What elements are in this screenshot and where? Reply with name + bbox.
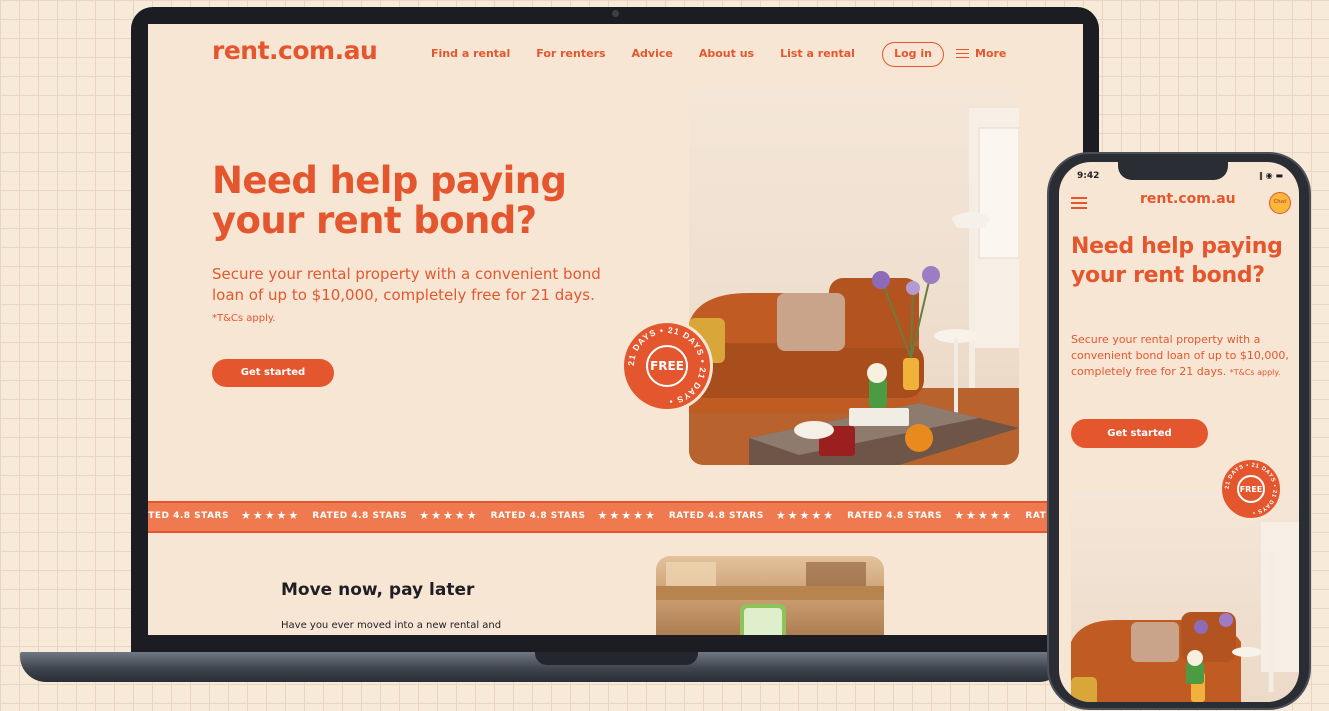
phone-hamburger-icon[interactable]	[1071, 197, 1087, 210]
phone-frame: 9:42 ‖ ◉ ▬ rent.com.au Chat Need help pa…	[1047, 152, 1311, 710]
rating-strip-item: RATED 4.8 STARS ★★★★★	[668, 509, 836, 522]
nav-list-a-rental[interactable]: List a rental	[780, 47, 855, 60]
phone-chat-button[interactable]: Chat	[1269, 192, 1291, 214]
rating-strip: RATED 4.8 STARS ★★★★★ RATED 4.8 STARS ★★★★★…	[148, 501, 1083, 533]
living-room-illustration	[689, 108, 1019, 465]
phone-status-icons: ‖ ◉ ▬	[1258, 171, 1283, 180]
nav-find-a-rental[interactable]: Find a rental	[431, 47, 510, 60]
app-promo-image	[656, 556, 884, 635]
phone-hero-image	[1071, 492, 1299, 702]
phone-tcs-link[interactable]: *T&Cs apply.	[1230, 368, 1281, 377]
section-title: Move now, pay later	[281, 580, 475, 600]
more-menu-button[interactable]: More	[956, 47, 1006, 60]
hamburger-icon	[956, 48, 969, 59]
phone-site-logo[interactable]: rent.com.au	[1140, 191, 1236, 207]
site-logo[interactable]: rent.com.au	[212, 36, 378, 65]
rating-label: RATED 4.8 STARS	[490, 511, 586, 521]
main-nav: Find a rental For renters Advice About u…	[431, 47, 881, 60]
rating-label: RATED 4.8 STARS	[668, 511, 764, 521]
site-header: rent.com.au Find a rental For renters Ad…	[148, 24, 1083, 84]
rating-strip-item: RATED 4.8 STARS ★★★★★	[312, 509, 479, 522]
phone-notch	[1118, 158, 1228, 180]
rating-strip-item: RATED 4.8 STARS ★★★★★	[490, 509, 657, 522]
section-body: Have you ever moved into a new rental an…	[281, 620, 502, 631]
phone-time: 9:42	[1077, 171, 1100, 181]
star-icons: ★★★★★	[775, 509, 836, 522]
phone-app-illustration	[656, 562, 884, 635]
rating-label: RATED 4.8 STARS	[312, 511, 408, 521]
rating-label: RATED 4.8 STARS	[847, 511, 943, 521]
star-icons: ★★★★★	[419, 509, 479, 522]
hero-subtitle-text: Secure your rental property with a conve…	[212, 265, 601, 304]
hero-subtitle: Secure your rental property with a conve…	[212, 264, 612, 329]
free-21-days-badge: 21 DAYS • 21 DAYS • 21 DAYS • FREE	[621, 320, 713, 412]
nav-for-renters[interactable]: For renters	[536, 47, 605, 60]
login-button[interactable]: Log in	[882, 42, 944, 67]
tcs-link[interactable]: *T&Cs apply.	[212, 313, 276, 324]
phone-hero-subtitle: Secure your rental property with a conve…	[1071, 332, 1296, 381]
phone-get-started-button[interactable]: Get started	[1071, 419, 1208, 448]
laptop-screen: rent.com.au Find a rental For renters Ad…	[148, 24, 1083, 635]
rating-strip-item: RATED 4.8 STARS ★★★★★	[847, 509, 1014, 522]
phone-living-room-illustration	[1071, 522, 1299, 702]
hero-title: Need help paying your rent bond?	[212, 159, 567, 242]
nav-advice[interactable]: Advice	[632, 47, 673, 60]
phone-badge-free-label: FREE	[1237, 475, 1265, 503]
star-icons: ★★★★★	[597, 509, 657, 522]
phone-free-21-days-badge: 21 DAYS • 21 DAYS • 21 DAYS • FREE	[1219, 457, 1283, 521]
rating-strip-item: RATED 4.8 STARS ★★★★★	[148, 509, 301, 522]
phone-screen: 9:42 ‖ ◉ ▬ rent.com.au Chat Need help pa…	[1059, 162, 1299, 702]
nav-about-us[interactable]: About us	[699, 47, 754, 60]
more-label: More	[975, 47, 1007, 60]
badge-free-label: FREE	[646, 345, 688, 387]
get-started-button[interactable]: Get started	[212, 359, 334, 387]
rating-label: RATED 4.8 STARS	[148, 511, 229, 521]
rating-strip-track: RATED 4.8 STARS ★★★★★ RATED 4.8 STARS ★★★★★…	[148, 509, 1083, 522]
hero-image	[689, 88, 1019, 465]
star-icons: ★★★★★	[240, 509, 301, 522]
phone-hero-title: Need help paying your rent bond?	[1071, 234, 1283, 288]
star-icons: ★★★★★	[954, 509, 1014, 522]
laptop-trackpad-notch	[535, 652, 698, 665]
laptop-camera	[612, 10, 619, 17]
